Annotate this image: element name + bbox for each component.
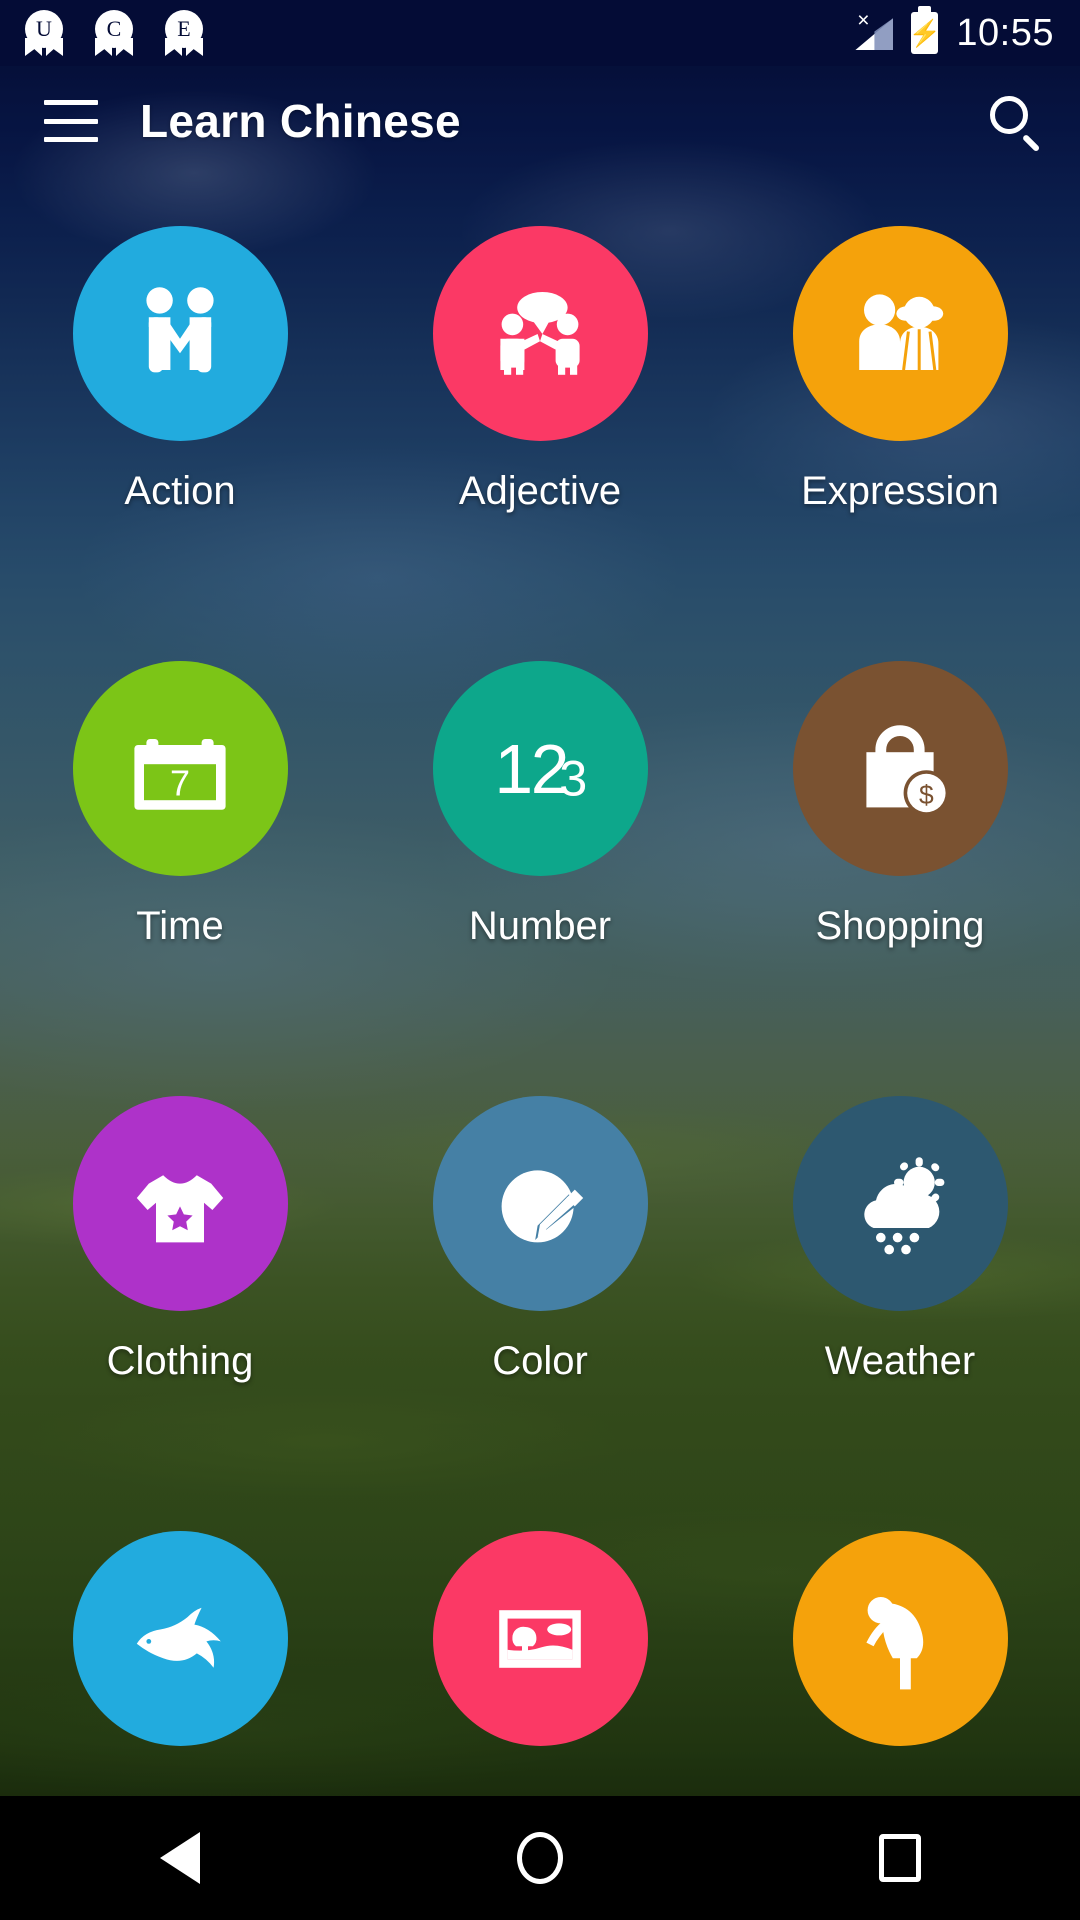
tshirt-star-icon xyxy=(136,1174,224,1242)
svg-text:$: $ xyxy=(919,779,934,809)
recents-button[interactable] xyxy=(720,1834,1080,1882)
category-button-action[interactable] xyxy=(72,226,288,441)
signal-x-mark: × xyxy=(857,9,870,32)
category-button-expression[interactable] xyxy=(792,226,1008,441)
notification-badge-u: U xyxy=(22,10,66,56)
category-button-body[interactable] xyxy=(792,1531,1008,1746)
category-grid: Action Adjective Expression 7 Time 12 3 … xyxy=(0,176,1080,1920)
svg-text:12: 12 xyxy=(494,730,567,808)
category-button-nature[interactable] xyxy=(432,1531,648,1746)
notification-badge-e-letter: E xyxy=(177,16,191,41)
people-talking-icon xyxy=(500,291,580,375)
notification-icons: U C E xyxy=(22,10,206,56)
category-button-color[interactable] xyxy=(432,1096,648,1311)
notification-badge-e: E xyxy=(162,10,206,56)
category-cell-number: 12 3 Number xyxy=(360,641,720,1076)
back-triangle-icon xyxy=(160,1832,200,1884)
numbers-123-icon: 12 3 xyxy=(494,730,587,808)
calendar-icon: 7 xyxy=(134,738,226,810)
category-button-shopping[interactable]: $ xyxy=(792,661,1008,876)
status-bar: U C E × ⚡ 10:55 xyxy=(0,0,1080,66)
category-cell-clothing: Clothing xyxy=(0,1076,360,1511)
battery-bolt-glyph: ⚡ xyxy=(908,18,942,48)
category-cell-action: Action xyxy=(0,206,360,641)
home-button[interactable] xyxy=(360,1832,720,1884)
category-cell-color: Color xyxy=(360,1076,720,1511)
battery-charging-icon: ⚡ xyxy=(908,6,942,54)
category-label: Color xyxy=(492,1339,588,1383)
palette-pencil-icon xyxy=(501,1169,584,1242)
person-bending-icon xyxy=(866,1596,924,1689)
status-bar-right: × ⚡ 10:55 xyxy=(851,6,1054,55)
home-circle-icon xyxy=(517,1832,563,1884)
app-bar: Learn Chinese xyxy=(0,66,1080,176)
shopping-bag-dollar-icon: $ xyxy=(866,724,950,816)
category-label: Action xyxy=(124,469,236,513)
category-row: 7 Time 12 3 Number $ Shopping xyxy=(0,641,1080,1076)
svg-text:3: 3 xyxy=(559,749,587,806)
category-cell-adjective: Adjective xyxy=(360,206,720,641)
category-label: Time xyxy=(136,904,224,948)
category-cell-expression: Expression xyxy=(720,206,1080,641)
category-cell-shopping: $ Shopping xyxy=(720,641,1080,1076)
back-button[interactable] xyxy=(0,1832,360,1884)
recents-square-icon xyxy=(879,1834,921,1882)
couple-icon xyxy=(859,293,944,370)
phone-screen: U C E × ⚡ 10:55 Learn Chinese Action Adj… xyxy=(0,0,1080,1920)
android-navigation-bar xyxy=(0,1796,1080,1920)
status-bar-clock: 10:55 xyxy=(956,11,1054,54)
hamburger-menu-icon[interactable] xyxy=(44,100,98,142)
category-button-weather[interactable] xyxy=(792,1096,1008,1311)
category-cell-weather: Weather xyxy=(720,1076,1080,1511)
page-title: Learn Chinese xyxy=(140,95,461,147)
category-row: Clothing Color Weather xyxy=(0,1076,1080,1511)
category-label: Adjective xyxy=(458,469,622,513)
svg-text:7: 7 xyxy=(170,762,190,803)
notification-badge-u-letter: U xyxy=(36,16,52,41)
no-signal-icon: × xyxy=(851,9,894,53)
category-label: Clothing xyxy=(106,1339,254,1383)
category-label: Shopping xyxy=(815,904,985,948)
landscape-picture-icon xyxy=(499,1609,581,1668)
category-button-clothing[interactable] xyxy=(72,1096,288,1311)
category-button-number[interactable]: 12 3 xyxy=(432,661,648,876)
search-icon[interactable] xyxy=(980,86,1050,156)
category-label: Expression xyxy=(801,469,999,513)
sun-cloud-snow-icon xyxy=(864,1156,945,1254)
notification-badge-c-letter: C xyxy=(106,16,122,41)
category-button-animal[interactable] xyxy=(72,1531,288,1746)
category-label: Number xyxy=(468,904,612,948)
category-label: Weather xyxy=(824,1339,976,1383)
category-button-adjective[interactable] xyxy=(432,226,648,441)
notification-badge-c: C xyxy=(92,10,136,56)
handshake-icon xyxy=(146,286,214,372)
category-cell-time: 7 Time xyxy=(0,641,360,1076)
category-button-time[interactable]: 7 xyxy=(72,661,288,876)
dolphin-icon xyxy=(136,1607,221,1668)
category-row: Action Adjective Expression xyxy=(0,206,1080,641)
